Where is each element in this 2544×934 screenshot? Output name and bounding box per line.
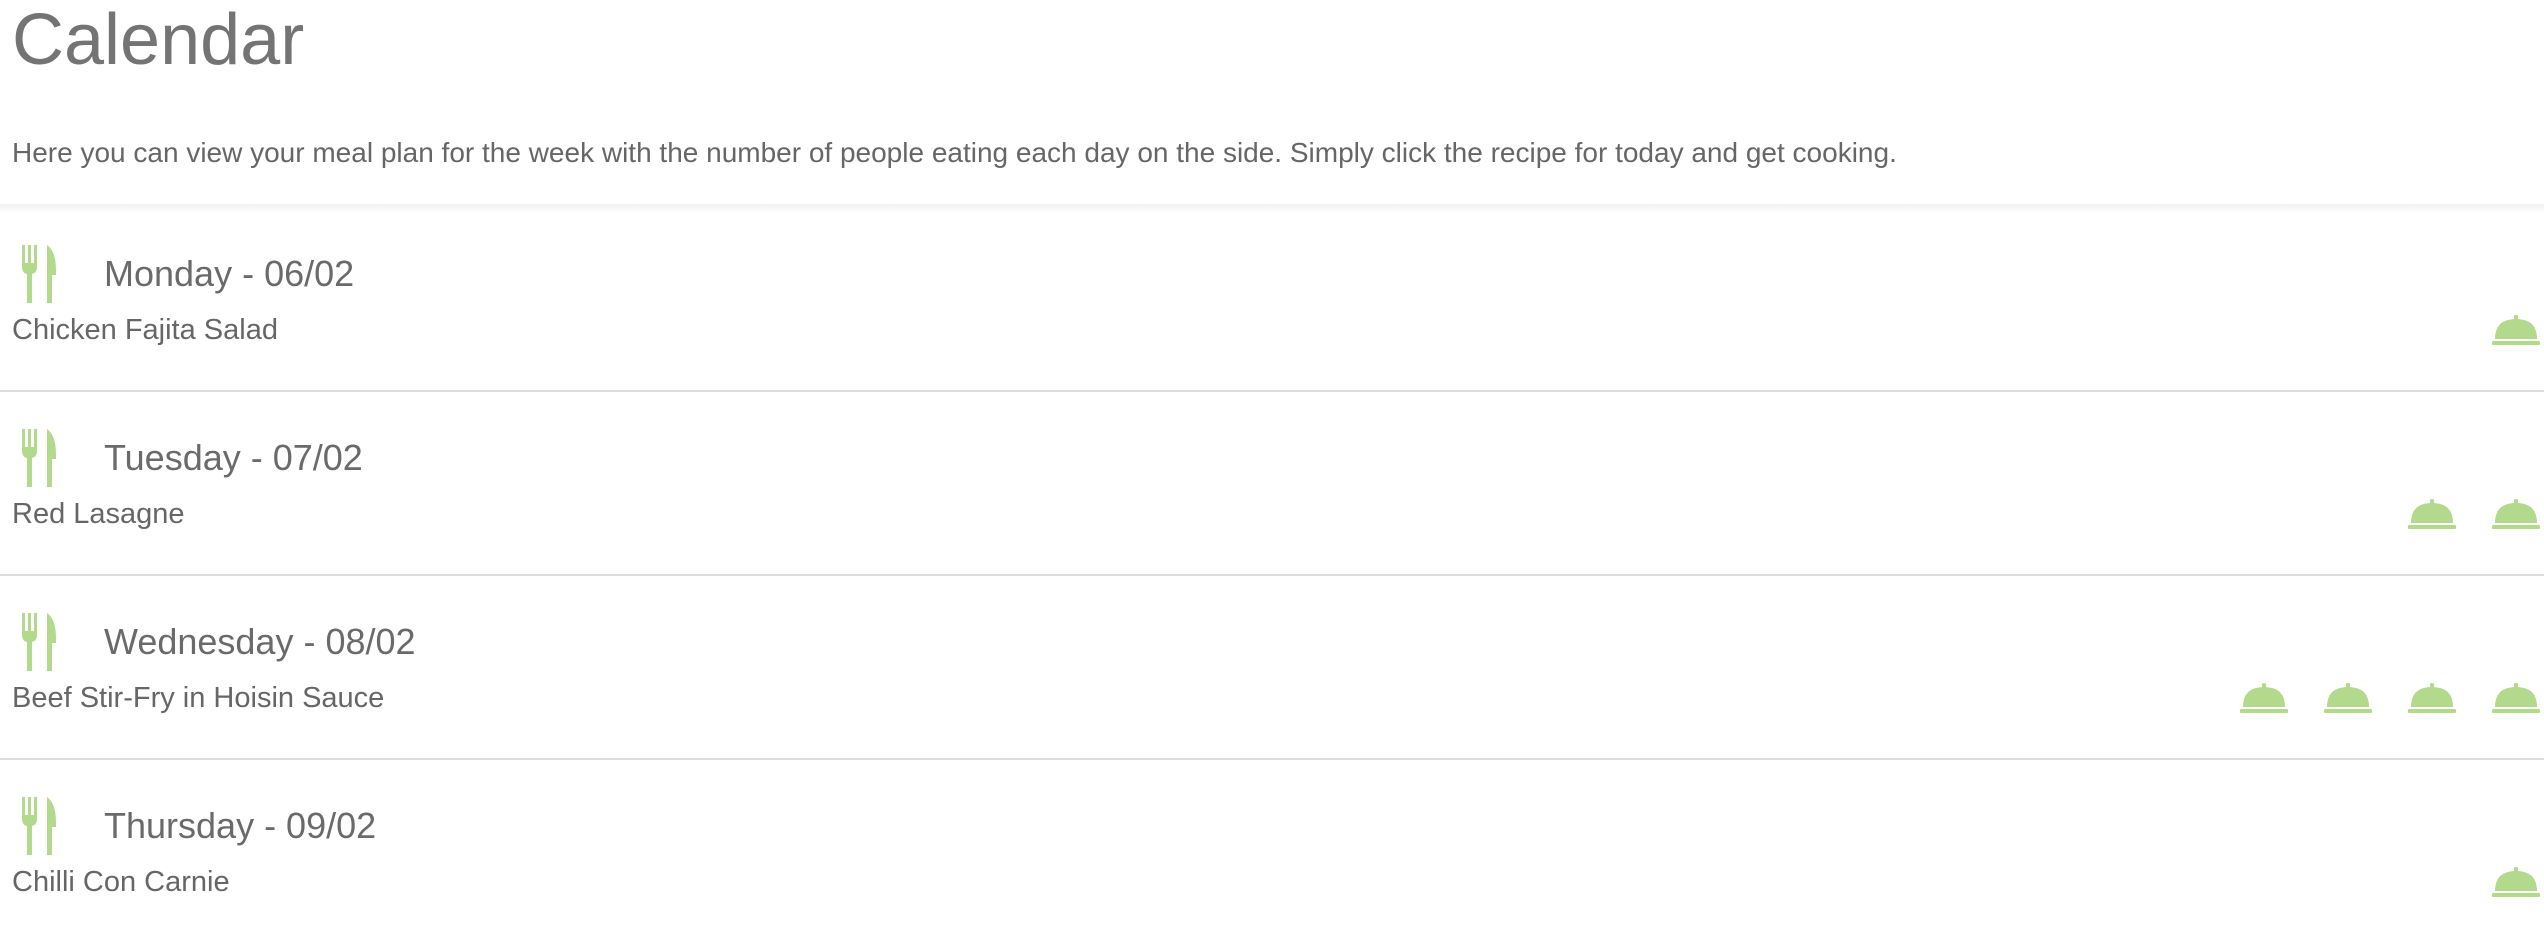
cutlery-icon bbox=[22, 429, 56, 487]
cloche-icon bbox=[2240, 683, 2288, 713]
recipe-link[interactable]: Beef Stir-Fry in Hoisin Sauce bbox=[12, 680, 384, 716]
day-title: Thursday - 09/02 bbox=[104, 805, 377, 846]
recipe-link[interactable]: Chilli Con Carnie bbox=[12, 864, 230, 900]
cutlery-icon bbox=[22, 245, 56, 303]
recipe-link[interactable]: Chicken Fajita Salad bbox=[12, 312, 278, 348]
day-list: Monday - 06/02 Chicken Fajita Salad Tues… bbox=[0, 208, 2544, 934]
people-count bbox=[2376, 497, 2544, 537]
cloche-icon bbox=[2492, 315, 2540, 345]
cloche-icon bbox=[2492, 499, 2540, 529]
day-row-tuesday[interactable]: Tuesday - 07/02 Red Lasagne bbox=[0, 392, 2544, 576]
day-title: Wednesday - 08/02 bbox=[104, 621, 416, 662]
people-count bbox=[2460, 313, 2544, 353]
cloche-icon bbox=[2408, 683, 2456, 713]
intro-text: Here you can view your meal plan for the… bbox=[12, 137, 1897, 168]
cloche-icon bbox=[2492, 683, 2540, 713]
day-row-wednesday[interactable]: Wednesday - 08/02 Beef Stir-Fry in Hoisi… bbox=[0, 576, 2544, 760]
cloche-icon bbox=[2492, 867, 2540, 897]
day-title: Monday - 06/02 bbox=[104, 253, 355, 294]
day-row-thursday[interactable]: Thursday - 09/02 Chilli Con Carnie bbox=[0, 760, 2544, 934]
cutlery-icon bbox=[22, 797, 56, 855]
people-count bbox=[2460, 865, 2544, 905]
recipe-link[interactable]: Red Lasagne bbox=[12, 496, 185, 532]
page-title: Calendar bbox=[12, 0, 305, 80]
cutlery-icon bbox=[22, 613, 56, 671]
people-count bbox=[2208, 681, 2544, 721]
day-title: Tuesday - 07/02 bbox=[104, 437, 363, 478]
cloche-icon bbox=[2408, 499, 2456, 529]
calendar-page: Calendar Here you can view your meal pla… bbox=[0, 0, 2544, 934]
cloche-icon bbox=[2324, 683, 2372, 713]
day-row-monday[interactable]: Monday - 06/02 Chicken Fajita Salad bbox=[0, 208, 2544, 392]
